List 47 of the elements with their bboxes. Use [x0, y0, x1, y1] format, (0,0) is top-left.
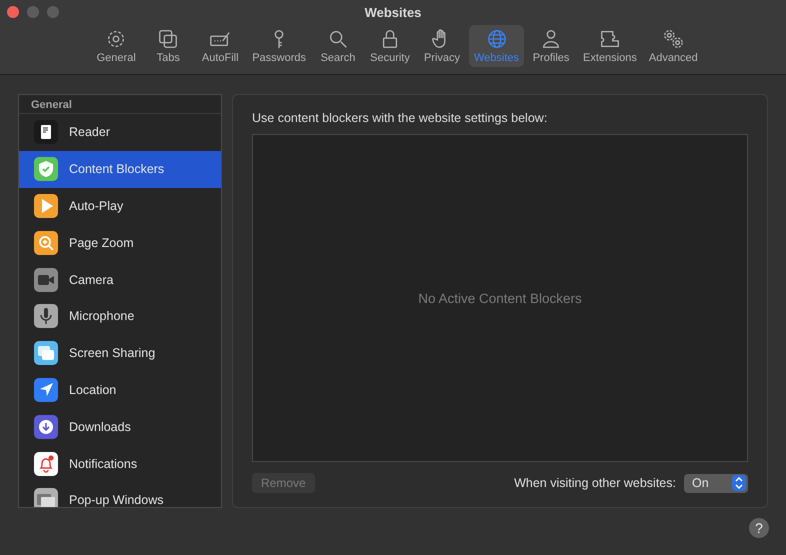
sidebar-item[interactable]: Microphone — [19, 298, 221, 335]
bell-icon — [34, 452, 58, 476]
windows-icon — [34, 488, 58, 507]
sidebar-item[interactable]: Screen Sharing — [19, 334, 221, 372]
toolbar-tab[interactable]: Advanced — [644, 25, 703, 67]
sidebar-item[interactable]: Camera — [19, 261, 221, 298]
sidebar-item[interactable]: Notifications — [19, 445, 221, 482]
tabs-icon — [157, 28, 180, 50]
toolbar-tab[interactable]: Security — [365, 25, 415, 67]
empty-message: No Active Content Blockers — [418, 290, 582, 306]
toolbar-tab[interactable]: General — [91, 25, 142, 67]
document-icon — [34, 120, 58, 144]
toolbar-tab[interactable]: Passwords — [247, 25, 311, 67]
sidebar-item[interactable]: Auto-Play — [19, 188, 221, 224]
gears-icon — [662, 28, 684, 50]
window-title: Websites — [364, 4, 422, 20]
download-icon — [34, 414, 58, 439]
sidebar-item[interactable]: Pop-up Windows — [19, 482, 221, 507]
toolbar-tab[interactable]: AutoFill — [195, 25, 246, 67]
search-icon — [327, 28, 349, 50]
play-icon — [34, 194, 58, 218]
windows-icon — [34, 341, 58, 366]
sidebar-item[interactable]: Page Zoom — [19, 224, 221, 262]
other-websites-label: When visiting other websites: — [514, 476, 676, 490]
toolbar-tab[interactable]: Profiles — [526, 25, 576, 67]
toolbar-tab[interactable]: Tabs — [143, 25, 194, 67]
on-off-popup[interactable]: On — [684, 474, 748, 492]
microphone-icon — [34, 304, 58, 328]
help-button[interactable]: ? — [749, 518, 769, 538]
panel-heading: Use content blockers with the website settings below: — [252, 111, 548, 125]
globe-icon — [486, 28, 508, 50]
sidebar-item[interactable]: Downloads — [19, 408, 221, 446]
sidebar-header: General — [19, 95, 221, 114]
minimize-button[interactable] — [27, 6, 39, 18]
stepper-icon — [732, 475, 746, 491]
toolbar-tab[interactable]: Privacy — [417, 25, 467, 67]
sidebar-item[interactable]: Location — [19, 372, 221, 408]
camera-icon — [34, 268, 58, 292]
puzzle-icon — [598, 28, 621, 50]
magnifier-icon — [34, 230, 58, 255]
toolbar-tab[interactable]: Search — [313, 25, 363, 67]
sidebar-item[interactable]: Reader — [19, 114, 221, 151]
sidebar-item[interactable]: Content Blockers — [19, 150, 221, 188]
shield-icon — [34, 157, 58, 182]
zoom-button[interactable] — [47, 6, 59, 18]
toolbar-tab[interactable]: Extensions — [578, 25, 642, 67]
close-button[interactable] — [7, 6, 19, 18]
